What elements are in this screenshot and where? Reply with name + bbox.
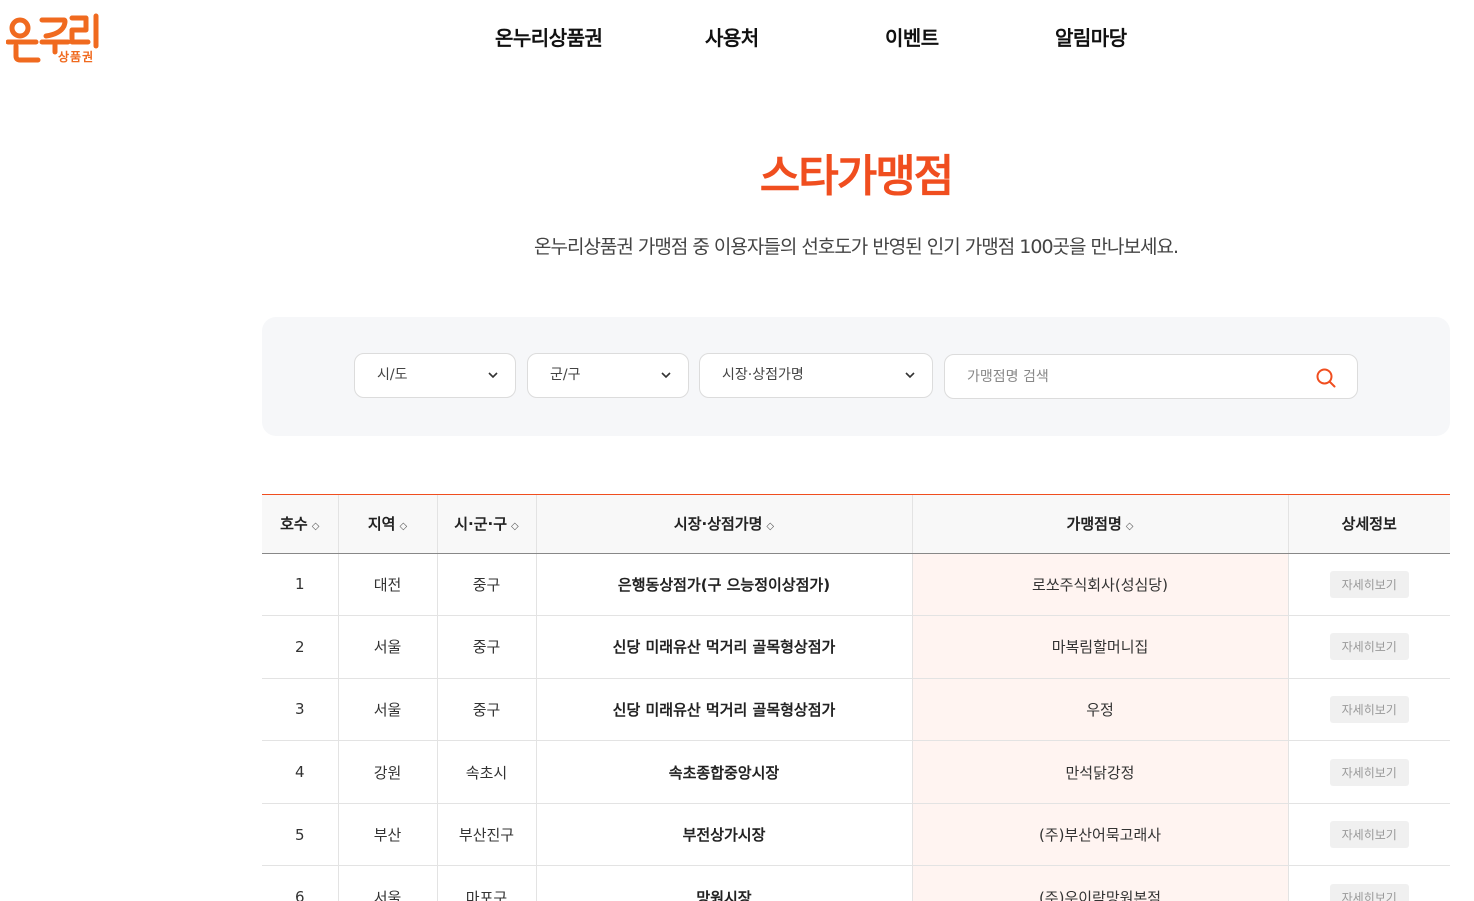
- nav-item-giftcard[interactable]: 온누리상품권: [495, 22, 603, 51]
- table-row: 5 부산 부산진구 부전상가시장 (주)부산어묵고래사 자세히보기: [262, 803, 1450, 867]
- cell-detail: 자세히보기: [1288, 553, 1450, 617]
- cell-detail: 자세히보기: [1288, 740, 1450, 804]
- chevron-down-icon: [487, 354, 499, 415]
- cell-market: 속초종합중앙시장: [536, 740, 913, 804]
- table-header-row: 호수 ◇ 지역 ◇ 시·군·구 ◇ 시장·상점가명 ◇ 가맹점명 ◇ 상세정보: [262, 495, 1450, 554]
- cell-no: 2: [262, 615, 339, 679]
- table-row: 1 대전 중구 은행동상점가(구 으능정이상점가) 로쏘주식회사(성심당) 자세…: [262, 553, 1450, 617]
- cell-city: 속초시: [437, 740, 537, 804]
- store-search-box: [944, 354, 1358, 399]
- th-market[interactable]: 시장·상점가명 ◇: [536, 495, 913, 554]
- market-select[interactable]: 시장·상점가명: [699, 353, 933, 398]
- cell-region: 강원: [338, 740, 438, 804]
- cell-region: 서울: [338, 678, 438, 742]
- th-detail: 상세정보: [1288, 495, 1450, 554]
- th-store[interactable]: 가맹점명 ◇: [912, 495, 1289, 554]
- cell-store: (주)부산어묵고래사: [912, 803, 1289, 867]
- detail-button[interactable]: 자세히보기: [1329, 570, 1409, 598]
- page-subtitle: 온누리상품권 가맹점 중 이용자들의 선호도가 반영된 인기 가맹점 100곳을…: [534, 236, 1179, 258]
- th-city[interactable]: 시·군·구 ◇: [437, 495, 537, 554]
- search-panel: 시/도 군/구 시장·상점가명: [262, 317, 1450, 436]
- sido-select-value: 시/도: [377, 367, 408, 383]
- cell-city: 중구: [437, 615, 537, 679]
- cell-region: 부산: [338, 803, 438, 867]
- cell-store: 마복림할머니집: [912, 615, 1289, 679]
- cell-city: 부산진구: [437, 803, 537, 867]
- cell-store: 로쏘주식회사(성심당): [912, 553, 1289, 617]
- sort-icon: ◇: [766, 521, 775, 533]
- table-row: 3 서울 중구 신당 미래유산 먹거리 골목형상점가 우정 자세히보기: [262, 678, 1450, 742]
- chevron-down-icon: [904, 354, 916, 415]
- sort-icon: ◇: [511, 521, 519, 533]
- page-title: 스타가맹점: [759, 151, 954, 202]
- th-no[interactable]: 호수 ◇: [262, 495, 339, 554]
- cell-city: 중구: [437, 553, 537, 617]
- sort-icon: ◇: [399, 521, 408, 533]
- gugun-select-value: 군/구: [550, 367, 581, 383]
- cell-detail: 자세히보기: [1288, 803, 1450, 867]
- table-row: 4 강원 속초시 속초종합중앙시장 만석닭강정 자세히보기: [262, 740, 1450, 804]
- detail-button[interactable]: 자세히보기: [1329, 633, 1409, 661]
- sort-icon: ◇: [1125, 521, 1134, 533]
- cell-city: 마포구: [437, 865, 537, 901]
- cell-detail: 자세히보기: [1288, 678, 1450, 742]
- nav-item-notice[interactable]: 알림마당: [1055, 22, 1127, 51]
- main-nav: 온누리상품권 사용처 이벤트 알림마당: [0, 22, 1474, 52]
- sort-icon: ◇: [311, 521, 320, 533]
- gugun-select[interactable]: 군/구: [527, 353, 689, 398]
- cell-no: 3: [262, 678, 339, 742]
- cell-no: 6: [262, 865, 339, 901]
- cell-market: 망원시장: [536, 865, 913, 901]
- cell-market: 부전상가시장: [536, 803, 913, 867]
- detail-button[interactable]: 자세히보기: [1329, 695, 1409, 723]
- sido-select[interactable]: 시/도: [354, 353, 516, 398]
- search-icon[interactable]: [1315, 367, 1337, 389]
- cell-store: (주)우이락망원본점: [912, 865, 1289, 901]
- cell-no: 1: [262, 553, 339, 617]
- cell-market: 신당 미래유산 먹거리 골목형상점가: [536, 615, 913, 679]
- cell-detail: 자세히보기: [1288, 615, 1450, 679]
- table-row: 2 서울 중구 신당 미래유산 먹거리 골목형상점가 마복림할머니집 자세히보기: [262, 615, 1450, 679]
- cell-store: 우정: [912, 678, 1289, 742]
- cell-no: 5: [262, 803, 339, 867]
- star-store-table: 호수 ◇ 지역 ◇ 시·군·구 ◇ 시장·상점가명 ◇ 가맹점명 ◇ 상세정보 1 대전 …: [262, 494, 1450, 901]
- cell-city: 중구: [437, 678, 537, 742]
- market-select-value: 시장·상점가명: [722, 367, 804, 383]
- cell-region: 서울: [338, 865, 438, 901]
- nav-item-places[interactable]: 사용처: [705, 22, 759, 51]
- cell-region: 대전: [338, 553, 438, 617]
- th-region[interactable]: 지역 ◇: [338, 495, 438, 554]
- chevron-down-icon: [660, 354, 672, 415]
- cell-no: 4: [262, 740, 339, 804]
- cell-detail: 자세히보기: [1288, 865, 1450, 901]
- table-row: 6 서울 마포구 망원시장 (주)우이락망원본점 자세히보기: [262, 865, 1450, 901]
- cell-market: 신당 미래유산 먹거리 골목형상점가: [536, 678, 913, 742]
- nav-item-event[interactable]: 이벤트: [885, 22, 939, 51]
- detail-button[interactable]: 자세히보기: [1329, 883, 1409, 901]
- cell-region: 서울: [338, 615, 438, 679]
- store-search-input[interactable]: [945, 355, 1305, 398]
- detail-button[interactable]: 자세히보기: [1329, 758, 1409, 786]
- cell-market: 은행동상점가(구 으능정이상점가): [536, 553, 913, 617]
- cell-store: 만석닭강정: [912, 740, 1289, 804]
- detail-button[interactable]: 자세히보기: [1329, 821, 1409, 849]
